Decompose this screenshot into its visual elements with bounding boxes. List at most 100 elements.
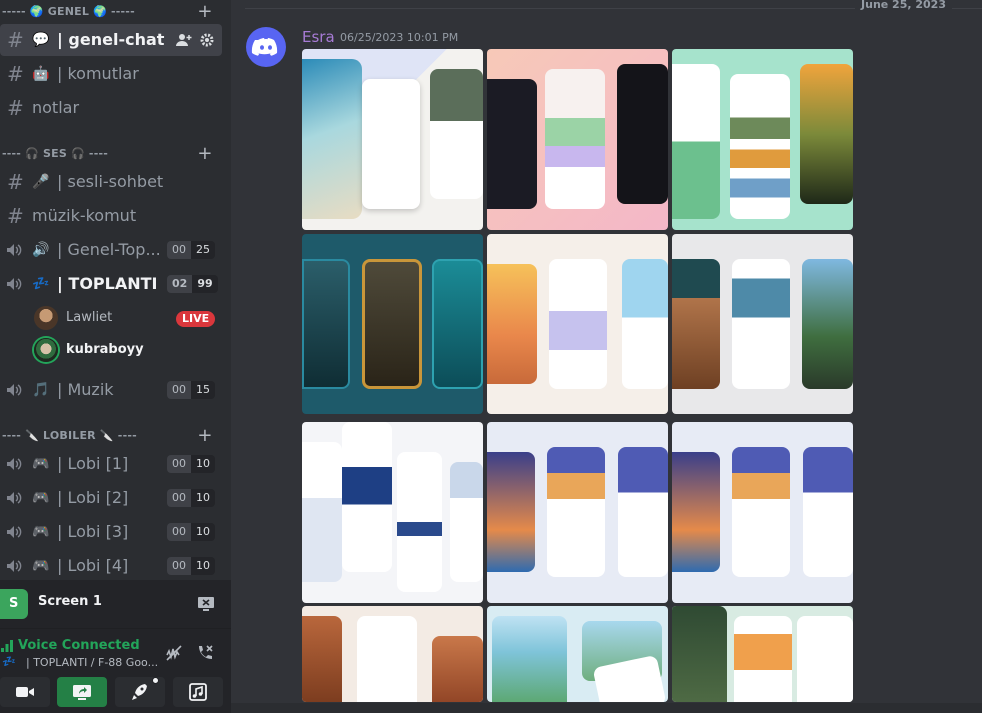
camera-button[interactable] xyxy=(0,677,50,707)
activities-button[interactable] xyxy=(115,677,165,707)
gear-icon[interactable] xyxy=(200,33,214,47)
gallery-image[interactable] xyxy=(487,49,668,230)
channel-name: | komutlar xyxy=(57,64,139,83)
invite-icon[interactable] xyxy=(176,33,192,47)
image-thumbnail xyxy=(450,462,483,582)
noise-suppression-icon[interactable] xyxy=(164,643,184,663)
gallery-image[interactable] xyxy=(487,234,668,414)
speaker-icon xyxy=(7,384,22,396)
message-timestamp: 06/25/2023 10:01 PM xyxy=(340,31,459,44)
channel-komutlar[interactable]: # 🤖 | komutlar xyxy=(0,58,222,90)
user-limit: 10 xyxy=(191,489,215,507)
image-thumbnail xyxy=(487,79,537,209)
channel-name: | Muzik xyxy=(57,380,114,399)
channel-genel-chat[interactable]: # 💬 | genel-chat xyxy=(0,24,222,56)
image-thumbnail xyxy=(357,616,417,702)
category-label: ---- 🎧 SES 🎧 ---- xyxy=(2,147,108,160)
screen-share-row[interactable]: S Screen 1 xyxy=(0,580,231,628)
gallery-image[interactable] xyxy=(672,49,853,230)
speaker-icon xyxy=(7,526,22,538)
image-thumbnail xyxy=(397,452,442,592)
message-author[interactable]: Esra xyxy=(302,28,335,46)
channel-sidebar: ----- 🌍 GENEL 🌍 ----- + # 💬 | genel-chat… xyxy=(0,0,231,713)
channel-name: | Lobi [4] xyxy=(57,556,129,575)
speaker-icon xyxy=(7,492,22,504)
image-thumbnail xyxy=(732,447,790,577)
voice-user-kubraboyy[interactable]: kubraboyy xyxy=(32,335,222,365)
live-badge: LIVE xyxy=(176,311,216,327)
disconnect-icon[interactable] xyxy=(195,643,215,663)
channel-name: | TOPLANTI xyxy=(57,274,158,293)
image-thumbnail xyxy=(549,259,607,389)
speaker-icon xyxy=(7,278,22,290)
voice-channel-muzik[interactable]: 🎵 | Muzik 00 15 xyxy=(0,374,222,406)
avatar[interactable] xyxy=(246,27,286,67)
voice-channel-lobi-2[interactable]: 🎮 | Lobi [2] 00 10 xyxy=(0,482,222,514)
image-thumbnail xyxy=(800,64,853,204)
image-thumbnail xyxy=(432,636,483,702)
image-thumbnail xyxy=(302,59,362,219)
channel-emoji: 🤖 xyxy=(32,66,50,82)
hash-icon: # xyxy=(7,28,24,52)
image-thumbnail xyxy=(734,616,792,702)
voice-channel-lobi-4[interactable]: 🎮 | Lobi [4] 00 10 xyxy=(0,550,222,580)
category-label: ----- 🌍 GENEL 🌍 ----- xyxy=(2,5,135,18)
add-channel-icon[interactable]: + xyxy=(196,0,214,24)
gallery-image[interactable] xyxy=(672,606,853,702)
voice-user-name: Lawliet xyxy=(66,310,113,325)
voice-user-lawliet[interactable]: Lawliet LIVE xyxy=(32,303,222,333)
image-thumbnail xyxy=(545,69,605,209)
voice-channel-toplanti[interactable]: 💤 | TOPLANTI 02 99 xyxy=(0,268,222,300)
channel-notlar[interactable]: # notlar xyxy=(0,92,222,124)
screen-share-button[interactable] xyxy=(57,677,107,707)
soundboard-button[interactable] xyxy=(173,677,223,707)
gallery-image[interactable] xyxy=(487,422,668,603)
voice-connected-status[interactable]: Voice Connected xyxy=(18,638,140,653)
gallery-image[interactable] xyxy=(672,422,853,603)
soundboard-icon xyxy=(189,683,207,701)
user-limit-badge: 00 25 xyxy=(167,241,215,259)
gallery-image[interactable] xyxy=(302,422,483,603)
user-limit-badge: 00 10 xyxy=(167,523,215,541)
channel-muzik-komut[interactable]: # müzik-komut xyxy=(0,200,222,232)
category-label: ---- 🔪 LOBILER 🔪 ---- xyxy=(2,429,137,442)
voice-channel-lobi-3[interactable]: 🎮 | Lobi [3] 00 10 xyxy=(0,516,222,548)
stop-streaming-icon[interactable] xyxy=(196,594,216,614)
gallery-image[interactable] xyxy=(302,606,483,702)
category-lobiler[interactable]: ---- 🔪 LOBILER 🔪 ---- + xyxy=(0,424,231,448)
channel-name: | Lobi [1] xyxy=(57,454,129,473)
gallery-image[interactable] xyxy=(302,234,483,414)
image-thumbnail xyxy=(732,259,790,389)
gallery-image[interactable] xyxy=(672,234,853,414)
channel-emoji: 🎵 xyxy=(32,382,50,398)
voice-channel-lobi-1[interactable]: 🎮 | Lobi [1] 00 10 xyxy=(0,448,222,480)
channel-list: ----- 🌍 GENEL 🌍 ----- + # 💬 | genel-chat… xyxy=(0,0,231,580)
user-limit-badge: 00 10 xyxy=(167,455,215,473)
category-genel[interactable]: ----- 🌍 GENEL 🌍 ----- + xyxy=(0,0,231,24)
image-thumbnail xyxy=(672,606,727,702)
discord-app: ----- 🌍 GENEL 🌍 ----- + # 💬 | genel-chat… xyxy=(0,0,982,713)
voice-channel-path[interactable]: | TOPLANTI / F-88 Goo... xyxy=(26,656,158,669)
hash-icon: # xyxy=(7,170,24,194)
gallery-image[interactable] xyxy=(487,606,668,702)
channel-sesli-sohbet[interactable]: # 🎤 | sesli-sohbet xyxy=(0,166,222,198)
user-limit-badge: 02 99 xyxy=(167,275,218,293)
add-channel-icon[interactable]: + xyxy=(196,424,214,448)
voice-channel-genel-top[interactable]: 🔊 | Genel-Top... 00 25 xyxy=(0,234,222,266)
category-ses[interactable]: ---- 🎧 SES 🎧 ---- + xyxy=(0,142,231,166)
user-limit: 10 xyxy=(191,557,215,575)
gallery-image[interactable] xyxy=(302,49,483,230)
connection-signal-icon[interactable] xyxy=(1,640,13,652)
voice-channel-emoji: 💤 xyxy=(2,655,16,668)
channel-emoji: 🎮 xyxy=(32,456,50,472)
voice-status-panel: Voice Connected 💤 | TOPLANTI / F-88 Goo.… xyxy=(0,628,231,713)
user-count: 02 xyxy=(167,275,193,293)
chat-area: June 25, 2023 Esra 06/25/2023 10:01 PM xyxy=(231,0,982,713)
speaker-icon xyxy=(7,458,22,470)
image-thumbnail xyxy=(803,447,853,577)
channel-name: notlar xyxy=(32,98,80,117)
avatar xyxy=(34,306,58,330)
image-thumbnail xyxy=(672,452,720,572)
hash-icon: # xyxy=(7,96,24,120)
add-channel-icon[interactable]: + xyxy=(196,142,214,166)
